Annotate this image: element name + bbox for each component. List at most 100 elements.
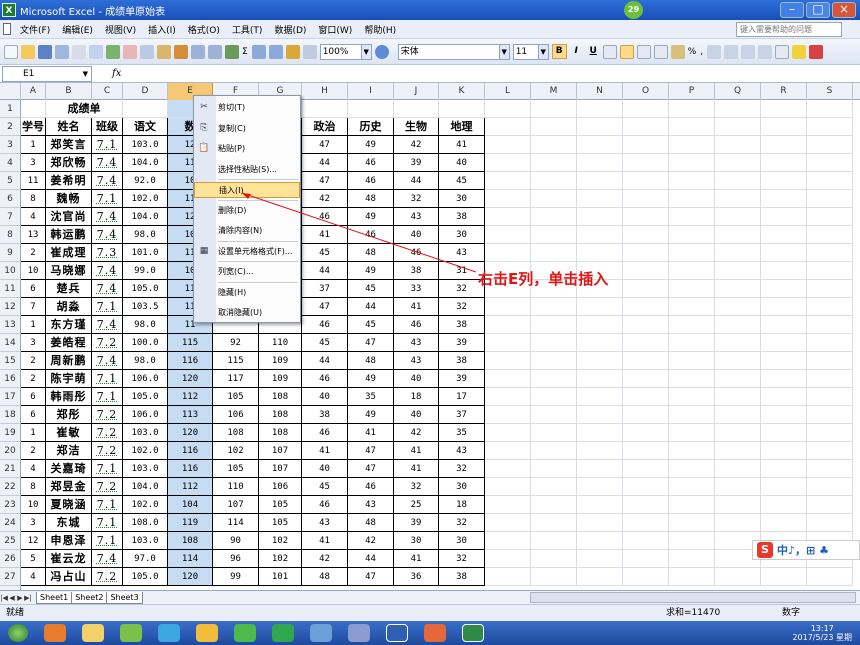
browser-icon[interactable] [234,624,256,642]
cell-s[interactable] [807,496,853,514]
cell-k[interactable]: 37 [439,406,485,424]
cell-n[interactable] [577,190,623,208]
tab-sheet1[interactable]: Sheet1 [36,591,73,604]
cell-d[interactable] [123,100,168,118]
cell-a[interactable] [21,100,46,118]
column-header-n[interactable]: N [577,83,623,100]
cell-l[interactable] [485,460,531,478]
cell-f[interactable]: 99 [213,568,259,586]
cell-r[interactable] [761,226,807,244]
cell-b[interactable]: 郑笑言 [46,136,92,154]
cell-l[interactable] [485,514,531,532]
cell-q[interactable] [715,280,761,298]
cell-s[interactable] [807,226,853,244]
cell-a[interactable]: 1 [21,424,46,442]
row-header[interactable]: 7 [0,208,21,226]
row-header[interactable]: 2 [0,118,21,136]
powerpoint-icon[interactable] [424,624,446,642]
cell-a[interactable]: 6 [21,280,46,298]
cell-f[interactable]: 105 [213,388,259,406]
cell-h[interactable]: 45 [302,334,348,352]
cell-b[interactable]: 夏晓涵 [46,496,92,514]
cell-n[interactable] [577,514,623,532]
redo-icon[interactable] [208,44,222,59]
italic-button[interactable]: I [569,44,584,59]
decrease-indent-icon[interactable] [741,44,756,59]
cell-k[interactable]: 38 [439,316,485,334]
cell-k[interactable]: 38 [439,208,485,226]
sort-ascending-icon[interactable] [251,44,266,59]
cell-b[interactable]: 韩运鹏 [46,226,92,244]
cell-o[interactable] [623,424,669,442]
cell-a[interactable]: 1 [21,316,46,334]
clock[interactable]: 13:17 2017/5/23 星期 [792,624,852,642]
cell-j[interactable]: 30 [394,532,439,550]
cell-h[interactable]: 46 [302,424,348,442]
cell-c[interactable]: 7.1 [92,532,123,550]
cell-o[interactable] [623,532,669,550]
cell-c[interactable]: 7.1 [92,514,123,532]
cell-a[interactable]: 8 [21,190,46,208]
cell-h[interactable]: 47 [302,298,348,316]
cell-p[interactable] [669,460,715,478]
cell-d[interactable]: 99.0 [123,262,168,280]
cell-o[interactable] [623,262,669,280]
cell-d[interactable]: 98.0 [123,226,168,244]
cell-l[interactable] [485,136,531,154]
cell-a[interactable]: 4 [21,208,46,226]
row-header[interactable]: 3 [0,136,21,154]
cell-q[interactable] [715,136,761,154]
cell-c[interactable]: 7.4 [92,154,123,172]
row-header[interactable]: 16 [0,370,21,388]
cell-h[interactable]: 40 [302,460,348,478]
cell-r[interactable] [761,406,807,424]
cell-b[interactable]: 姜希明 [46,172,92,190]
cell-f[interactable]: 108 [213,424,259,442]
cell-l[interactable] [485,424,531,442]
cell-p[interactable] [669,478,715,496]
cell-o[interactable] [623,460,669,478]
cell-b[interactable]: 胡淼 [46,298,92,316]
cell-n[interactable] [577,532,623,550]
context-menu-item[interactable]: 清除内容(N) [194,223,300,239]
align-right-icon[interactable] [636,44,651,59]
cell-p[interactable] [669,352,715,370]
cell-q[interactable] [715,442,761,460]
cell-o[interactable] [623,316,669,334]
cell-f[interactable]: 92 [213,334,259,352]
cell-p[interactable] [669,388,715,406]
cell-p[interactable] [669,532,715,550]
cell-h[interactable]: 46 [302,370,348,388]
cell-m[interactable] [531,460,577,478]
cell-j[interactable] [394,100,439,118]
cell-n[interactable] [577,550,623,568]
row-header[interactable]: 11 [0,280,21,298]
menu-tools[interactable]: 工具(T) [226,23,269,36]
cell-e[interactable]: 116 [168,442,213,460]
cell-j[interactable]: 32 [394,478,439,496]
menu-help[interactable]: 帮助(H) [358,23,402,36]
cell-a[interactable]: 2 [21,352,46,370]
cell-s[interactable] [807,514,853,532]
cell-i[interactable]: 42 [348,532,394,550]
cell-s[interactable] [807,352,853,370]
cell-s[interactable] [807,334,853,352]
row-header[interactable]: 22 [0,478,21,496]
cell-a[interactable]: 6 [21,406,46,424]
cell-h[interactable]: 41 [302,532,348,550]
row-header[interactable]: 20 [0,442,21,460]
row-header[interactable]: 14 [0,334,21,352]
cell-s[interactable] [807,172,853,190]
first-sheet-icon[interactable]: |◀ [0,594,8,602]
row-header[interactable]: 25 [0,532,21,550]
cell-p[interactable] [669,334,715,352]
context-menu-item[interactable]: 粘贴(P) 📋 [194,141,300,157]
media-player-icon[interactable] [272,624,294,642]
cell-j[interactable]: 38 [394,262,439,280]
cell-e[interactable]: 120 [168,568,213,586]
cell-k[interactable]: 32 [439,460,485,478]
cell-a[interactable]: 学号 [21,118,46,136]
cell-n[interactable] [577,568,623,586]
cell-h[interactable]: 46 [302,208,348,226]
cell-b[interactable]: 郑洁 [46,442,92,460]
